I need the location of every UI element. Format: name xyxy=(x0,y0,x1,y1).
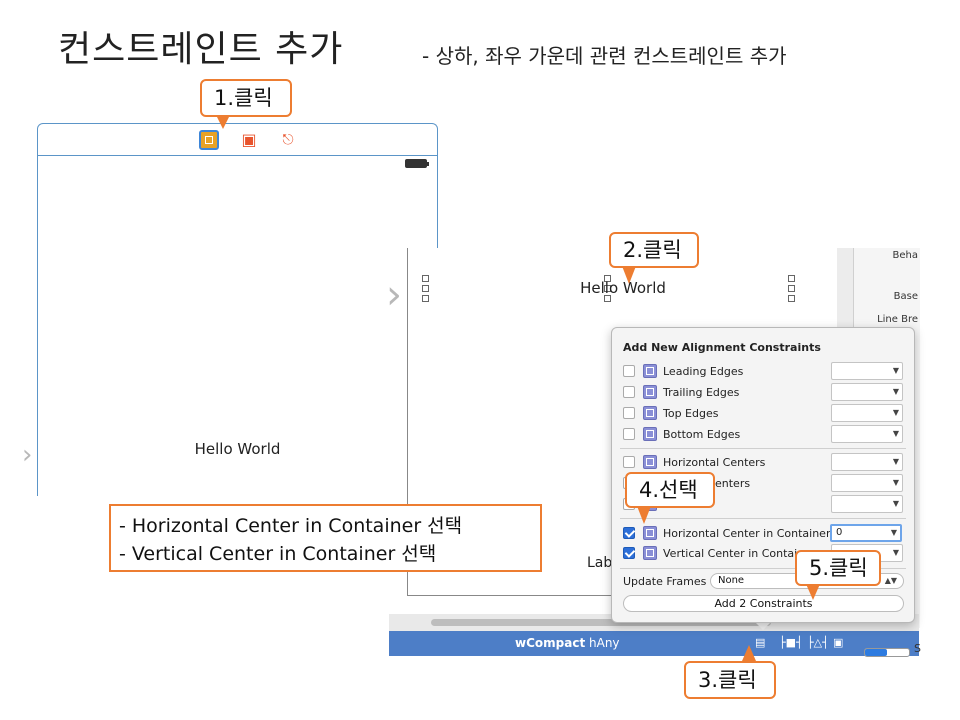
constraint-value-field[interactable]: 0 ▼ xyxy=(830,524,902,542)
update-frames-label: Update Frames xyxy=(623,575,707,588)
top-edges-icon xyxy=(643,406,657,420)
constraint-row-leading-edges[interactable]: Leading Edges ▼ xyxy=(623,362,905,380)
note-line-2: - Vertical Center in Container 선택 xyxy=(119,543,437,565)
field-value: 0 xyxy=(836,527,843,538)
constraint-label: Bottom Edges xyxy=(663,428,741,441)
constraint-row-top-edges[interactable]: Top Edges ▼ xyxy=(623,404,905,422)
callout-tail xyxy=(806,584,820,600)
exit-icon[interactable]: ⎋ xyxy=(278,130,298,150)
constraint-label: Top Edges xyxy=(663,407,719,420)
constraint-value-field[interactable]: ▼ xyxy=(831,474,903,492)
callout-step4: 4.선택 xyxy=(625,472,715,508)
constraint-value-field[interactable]: ▼ xyxy=(831,495,903,513)
resolve-issues-icon[interactable]: ├△┤ xyxy=(807,636,829,650)
callout-step2: 2.클릭 xyxy=(609,232,699,268)
horizontal-centers-icon xyxy=(643,455,657,469)
horizontal-center-container-icon xyxy=(643,526,657,540)
constraint-value-field[interactable]: ▼ xyxy=(831,425,903,443)
size-class-height: hAny xyxy=(589,636,620,650)
constraint-row-horizontal-center-in-container[interactable]: Horizontal Center in Container 0 ▼ xyxy=(623,524,905,542)
constraint-label: Horizontal Center in Container xyxy=(663,527,831,540)
divider xyxy=(620,448,906,449)
checkbox-checked[interactable] xyxy=(623,547,635,559)
inspector-label-line-break: Line Bre xyxy=(877,314,918,325)
size-class-label[interactable]: wCompact hAny xyxy=(515,636,620,650)
view-controller-icon[interactable] xyxy=(199,130,219,150)
checkbox[interactable] xyxy=(623,407,635,419)
callout-tail xyxy=(742,645,756,661)
callout-step1: 1.클릭 xyxy=(200,79,292,117)
toggle-switch[interactable] xyxy=(864,648,910,657)
trailing-edges-icon xyxy=(643,385,657,399)
constraint-label: Trailing Edges xyxy=(663,386,740,399)
instruction-note: - Horizontal Center in Container 선택 - Ve… xyxy=(109,504,542,572)
constraint-row-horizontal-centers[interactable]: Horizontal Centers ▼ xyxy=(623,453,905,471)
constraint-value-field[interactable]: ▼ xyxy=(831,362,903,380)
update-frames-value: None xyxy=(718,575,745,586)
scene-dock-bar: ▣ ⎋ xyxy=(38,124,437,156)
size-class-bar[interactable]: wCompact hAny ▤ ├■┤ ├△┤ ▣ xyxy=(389,631,919,656)
checkbox[interactable] xyxy=(623,365,635,377)
initial-view-arrow-icon-right: › xyxy=(386,272,402,318)
align-icon[interactable]: ▤ xyxy=(755,636,765,650)
note-line-1: - Horizontal Center in Container 선택 xyxy=(119,515,463,537)
inspector-partial-label: S xyxy=(914,642,921,655)
size-class-width: wCompact xyxy=(515,636,586,650)
first-responder-cube-icon[interactable]: ▣ xyxy=(239,130,259,150)
constraint-value-field[interactable]: ▼ xyxy=(831,404,903,422)
constraint-row-trailing-edges[interactable]: Trailing Edges ▼ xyxy=(623,383,905,401)
checkbox[interactable] xyxy=(623,456,635,468)
constraint-value-field[interactable]: ▼ xyxy=(831,383,903,401)
resizing-behavior-icon[interactable]: ▣ xyxy=(833,636,843,650)
divider xyxy=(620,518,906,519)
constraint-label: Vertical Center in Contai xyxy=(663,547,798,560)
checkbox[interactable] xyxy=(623,428,635,440)
checkbox[interactable] xyxy=(623,386,635,398)
popover-title: Add New Alignment Constraints xyxy=(623,341,821,354)
constraint-label: Leading Edges xyxy=(663,365,744,378)
pin-icon[interactable]: ├■┤ xyxy=(779,636,803,650)
callout-tail xyxy=(637,506,651,524)
callout-tail xyxy=(216,115,230,129)
constraint-label: enters xyxy=(715,477,751,490)
vertical-center-container-icon xyxy=(643,546,657,560)
hello-world-label-left[interactable]: Hello World xyxy=(38,440,437,458)
leading-edges-icon xyxy=(643,364,657,378)
initial-view-arrow-icon: › xyxy=(22,440,33,470)
add-constraints-button[interactable]: Add 2 Constraints xyxy=(623,595,904,612)
constraint-row-bottom-edges[interactable]: Bottom Edges ▼ xyxy=(623,425,905,443)
inspector-label-behavior: Beha xyxy=(892,250,918,261)
callout-step5: 5.클릭 xyxy=(795,550,881,586)
label-partial[interactable]: Lab xyxy=(587,555,612,571)
constraint-value-field[interactable]: ▼ xyxy=(831,453,903,471)
storyboard-scene-left[interactable]: ▣ ⎋ Hello World xyxy=(37,123,438,496)
inspector-label-baseline: Base xyxy=(893,291,918,302)
callout-tail xyxy=(622,266,636,284)
bottom-edges-icon xyxy=(643,427,657,441)
constraint-label: Horizontal Centers xyxy=(663,456,766,469)
callout-step3: 3.클릭 xyxy=(684,661,776,699)
checkbox-checked[interactable] xyxy=(623,527,635,539)
slide-subtitle: - 상하, 좌우 가운데 관련 컨스트레인트 추가 xyxy=(422,44,787,68)
battery-icon xyxy=(405,159,429,168)
slide-title: 컨스트레인트 추가 xyxy=(58,29,344,70)
